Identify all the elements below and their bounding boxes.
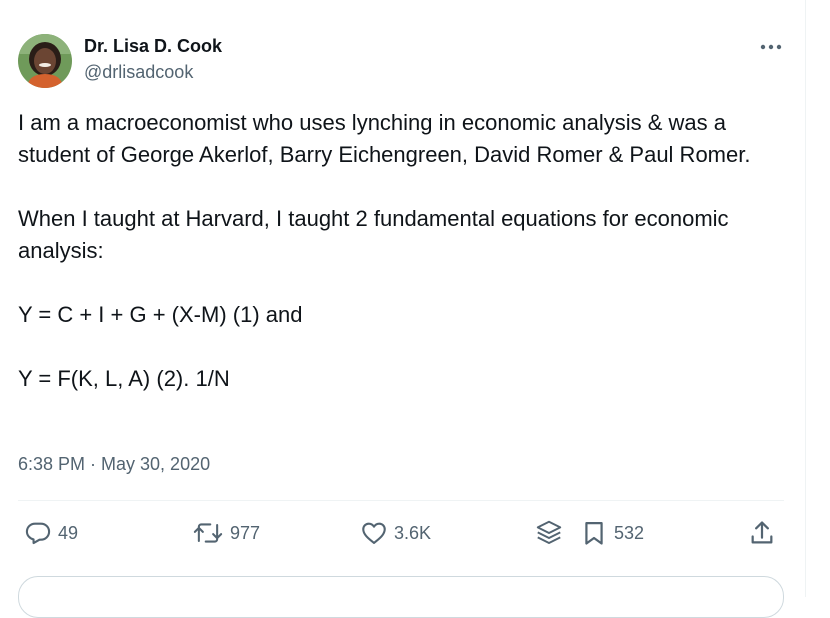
more-options-icon [760,44,782,50]
reply-icon [25,522,51,545]
layers-icon [536,520,562,544]
user-handle[interactable]: @drlisadcook [84,60,222,84]
reply-button[interactable]: 49 [24,517,78,549]
tweet-paragraph: I am a macroeconomist who uses lynching … [18,110,751,167]
reply-box[interactable] [18,576,784,618]
bookmark-icon [585,521,603,545]
column-border [805,0,806,597]
display-name[interactable]: Dr. Lisa D. Cook [84,34,222,58]
retweet-button[interactable]: 977 [192,517,260,549]
tweet-paragraph: Y = F(K, L, A) (2). 1/N [18,366,230,391]
tweet-text: I am a macroeconomist who uses lynching … [18,107,784,395]
divider [18,500,784,501]
like-count: 3.6K [394,522,432,543]
reply-count: 49 [58,522,79,543]
user-info: Dr. Lisa D. Cook @drlisadcook [84,34,222,84]
user-avatar-photo [18,34,72,88]
avatar[interactable] [18,34,72,88]
bookmark-button[interactable]: 532 [580,517,644,549]
tweet-paragraph: When I taught at Harvard, I taught 2 fun… [18,206,729,263]
tweet-paragraph: Y = C + I + G + (X-M) (1) and [18,302,303,327]
share-icon [751,521,773,544]
retweet-count: 977 [230,522,261,543]
tweet-timestamp[interactable]: 6:38 PM · May 30, 2020 [18,452,210,476]
more-options-button[interactable] [758,36,784,58]
like-button[interactable]: 3.6K [360,517,431,549]
heart-icon [362,522,386,544]
retweet-icon [193,523,223,543]
bookmark-count: 532 [614,522,645,543]
share-button[interactable] [748,517,776,549]
view-analytics-button[interactable] [534,517,564,549]
